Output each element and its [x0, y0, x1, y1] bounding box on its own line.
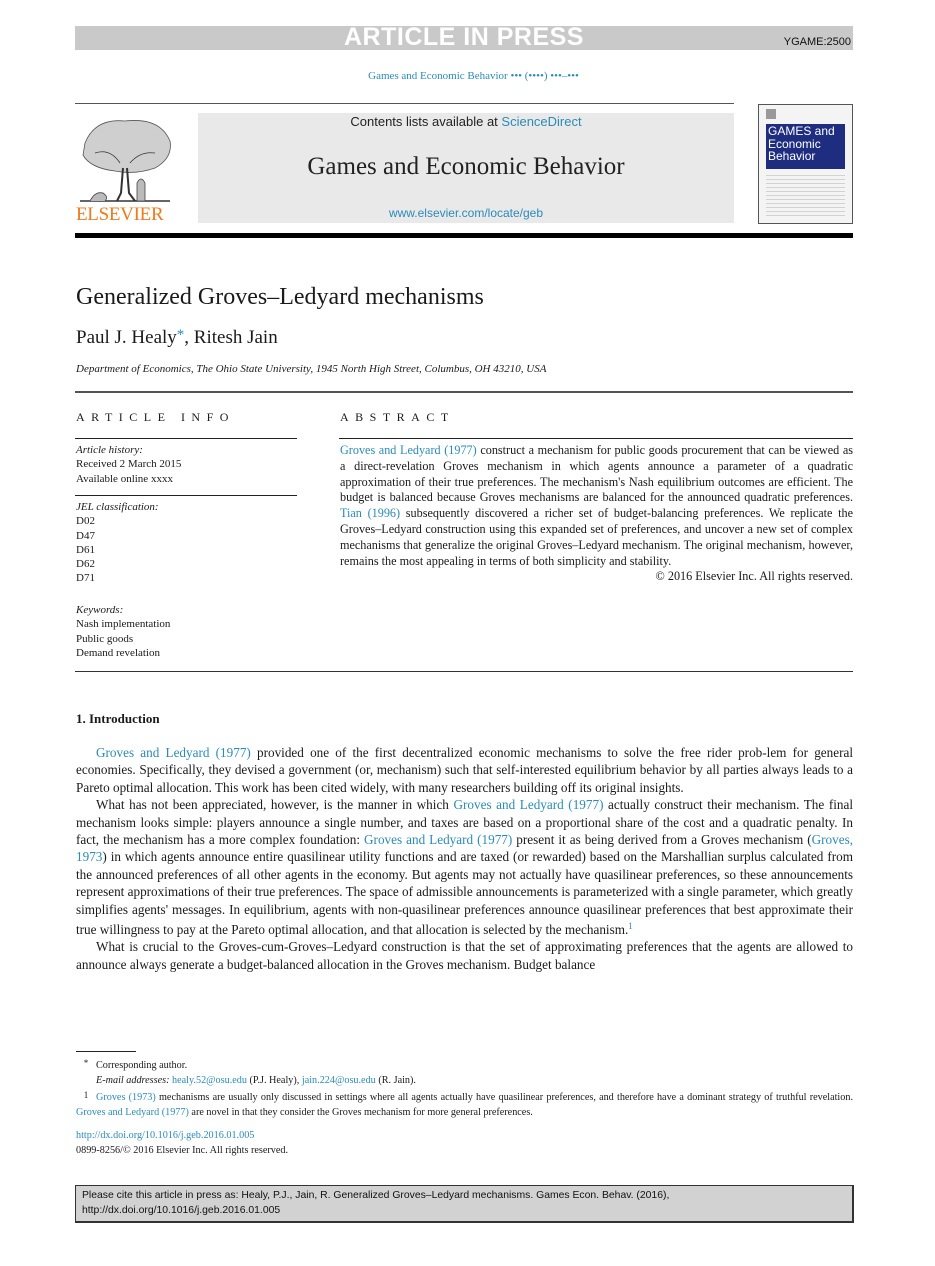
- email-link[interactable]: healy.52@osu.edu: [172, 1075, 247, 1086]
- author-name: Ritesh Jain: [193, 327, 278, 348]
- citation-link[interactable]: Groves and Ledyard (1977): [453, 797, 603, 812]
- jel-code: D61: [76, 543, 95, 556]
- footnote-rule: [76, 1051, 136, 1052]
- abstract-body: Groves and Ledyard (1977) construct a me…: [340, 443, 853, 585]
- affiliation: Department of Economics, The Ohio State …: [76, 363, 547, 375]
- keyword: Nash implementation: [76, 618, 171, 631]
- keyword: Public goods: [76, 632, 134, 645]
- cover-publisher-mark: [766, 109, 776, 119]
- journal-cover-thumbnail[interactable]: GAMES and Economic Behavior: [758, 104, 853, 224]
- email-owner: (P.J. Healy),: [246, 1075, 302, 1086]
- header-thick-rule: [75, 233, 853, 238]
- citation-link[interactable]: Groves (1973): [96, 1092, 156, 1103]
- contents-prefix: Contents lists available at: [350, 114, 502, 129]
- elsevier-wordmark: ELSEVIER: [76, 204, 164, 225]
- section-rule: [75, 391, 853, 393]
- jel-classification: JEL classification: D02 D47 D61 D62 D71: [76, 500, 159, 586]
- article-title: Generalized Groves–Ledyard mechanisms: [76, 284, 484, 310]
- cover-title-line: Behavior: [768, 149, 816, 163]
- info-rule: [75, 495, 297, 496]
- author-name: Paul J. Healy: [76, 327, 177, 348]
- citation-text: Please cite this article in press as: He…: [82, 1189, 669, 1218]
- paragraph: What has not been appreciated, however, …: [76, 796, 853, 938]
- introduction-body: Groves and Ledyard (1977) provided one o…: [76, 744, 853, 973]
- jel-code: D62: [76, 558, 95, 571]
- article-in-press-label: ARTICLE IN PRESS: [344, 23, 584, 51]
- footnote-text: mechanisms are usually only discussed in…: [155, 1092, 853, 1103]
- cover-title: GAMES and Economic Behavior: [768, 125, 835, 163]
- journal-name: Games and Economic Behavior: [307, 153, 625, 180]
- cover-title-line: GAMES and: [768, 124, 835, 138]
- abstract-copyright: © 2016 Elsevier Inc. All rights reserved…: [655, 569, 853, 584]
- history-label: Article history:: [76, 444, 143, 456]
- doi-link[interactable]: http://dx.doi.org/10.1016/j.geb.2016.01.…: [76, 1130, 254, 1141]
- cover-contents-lines: [766, 175, 845, 217]
- email-owner: (R. Jain).: [375, 1075, 416, 1086]
- citation-doi[interactable]: http://dx.doi.org/10.1016/j.geb.2016.01.…: [82, 1204, 669, 1219]
- article-in-press-banner: ARTICLE IN PRESS YGAME:2500: [75, 23, 853, 51]
- paragraph-text: ) in which agents announce entire quasil…: [76, 849, 853, 938]
- email-label: E-mail addresses:: [96, 1075, 170, 1086]
- paragraph: Groves and Ledyard (1977) provided one o…: [76, 744, 853, 796]
- doi-block: http://dx.doi.org/10.1016/j.geb.2016.01.…: [76, 1129, 288, 1158]
- article-info-heading: ARTICLE INFO: [76, 410, 235, 424]
- header-rule: [75, 103, 734, 104]
- citation-link[interactable]: Groves and Ledyard (1977): [340, 443, 477, 457]
- citation-line: Please cite this article in press as: He…: [82, 1190, 670, 1201]
- article-history: Article history: Received 2 March 2015 A…: [76, 443, 181, 486]
- journal-header-box: Contents lists available at ScienceDirec…: [198, 113, 734, 223]
- journal-reference[interactable]: Games and Economic Behavior ••• (••••) •…: [0, 70, 935, 82]
- paragraph-text: What has not been appreciated, however, …: [96, 797, 454, 813]
- footnote-corresponding: * Corresponding author.: [76, 1056, 853, 1073]
- footnote-text: are novel in that they consider the Grov…: [188, 1107, 533, 1118]
- keywords-label: Keywords:: [76, 604, 124, 616]
- paragraph: What is crucial to the Groves-cum-Groves…: [76, 938, 853, 973]
- paragraph-text: What is crucial to the Groves-cum-Groves…: [76, 939, 853, 972]
- footnotes: * Corresponding author. E-mail addresses:…: [76, 1056, 853, 1120]
- contents-available-line: Contents lists available at ScienceDirec…: [198, 114, 734, 129]
- keywords: Keywords: Nash implementation Public goo…: [76, 603, 170, 660]
- received-date: Received 2 March 2015: [76, 458, 182, 471]
- footnote-marker: *: [83, 1058, 89, 1068]
- issn-copyright: 0899-8256/© 2016 Elsevier Inc. All right…: [76, 1144, 289, 1156]
- footnote-emails: E-mail addresses: healy.52@osu.edu (P.J.…: [76, 1073, 853, 1088]
- citation-link[interactable]: Groves and Ledyard (1977): [96, 745, 251, 760]
- jel-code: D71: [76, 572, 95, 585]
- footnote-1: 1 Groves (1973) mechanisms are usually on…: [76, 1088, 853, 1120]
- available-online: Available online xxxx: [76, 472, 173, 485]
- article-code: YGAME:2500: [783, 36, 851, 48]
- citation-link[interactable]: Groves and Ledyard (1977): [364, 832, 512, 847]
- footnote-marker: 1: [83, 1090, 89, 1100]
- footnote-reference[interactable]: 1: [628, 921, 633, 931]
- paragraph-text: present it as being derived from a Grove…: [512, 832, 812, 848]
- info-rule: [75, 438, 297, 439]
- jel-code: D47: [76, 529, 95, 542]
- author-separator: ,: [184, 327, 194, 348]
- citation-link[interactable]: Groves and Ledyard (1977): [76, 1107, 189, 1118]
- abstract-heading: ABSTRACT: [340, 410, 455, 424]
- jel-code: D02: [76, 515, 95, 528]
- introduction-heading: 1. Introduction: [76, 711, 160, 726]
- section-rule: [75, 671, 853, 672]
- abstract-text: subsequently discovered a richer set of …: [340, 506, 853, 568]
- footnote-text: Corresponding author.: [96, 1060, 188, 1071]
- citation-link[interactable]: Tian (1996): [340, 506, 400, 520]
- jel-label: JEL classification:: [76, 501, 159, 513]
- journal-homepage-link[interactable]: www.elsevier.com/locate/geb: [198, 206, 734, 220]
- keyword: Demand revelation: [76, 646, 160, 659]
- abstract-rule: [339, 438, 853, 439]
- citation-box: Please cite this article in press as: He…: [75, 1185, 854, 1223]
- sciencedirect-link[interactable]: ScienceDirect: [501, 114, 581, 129]
- author-list: Paul J. Healy*, Ritesh Jain: [76, 327, 278, 349]
- email-link[interactable]: jain.224@osu.edu: [302, 1075, 376, 1086]
